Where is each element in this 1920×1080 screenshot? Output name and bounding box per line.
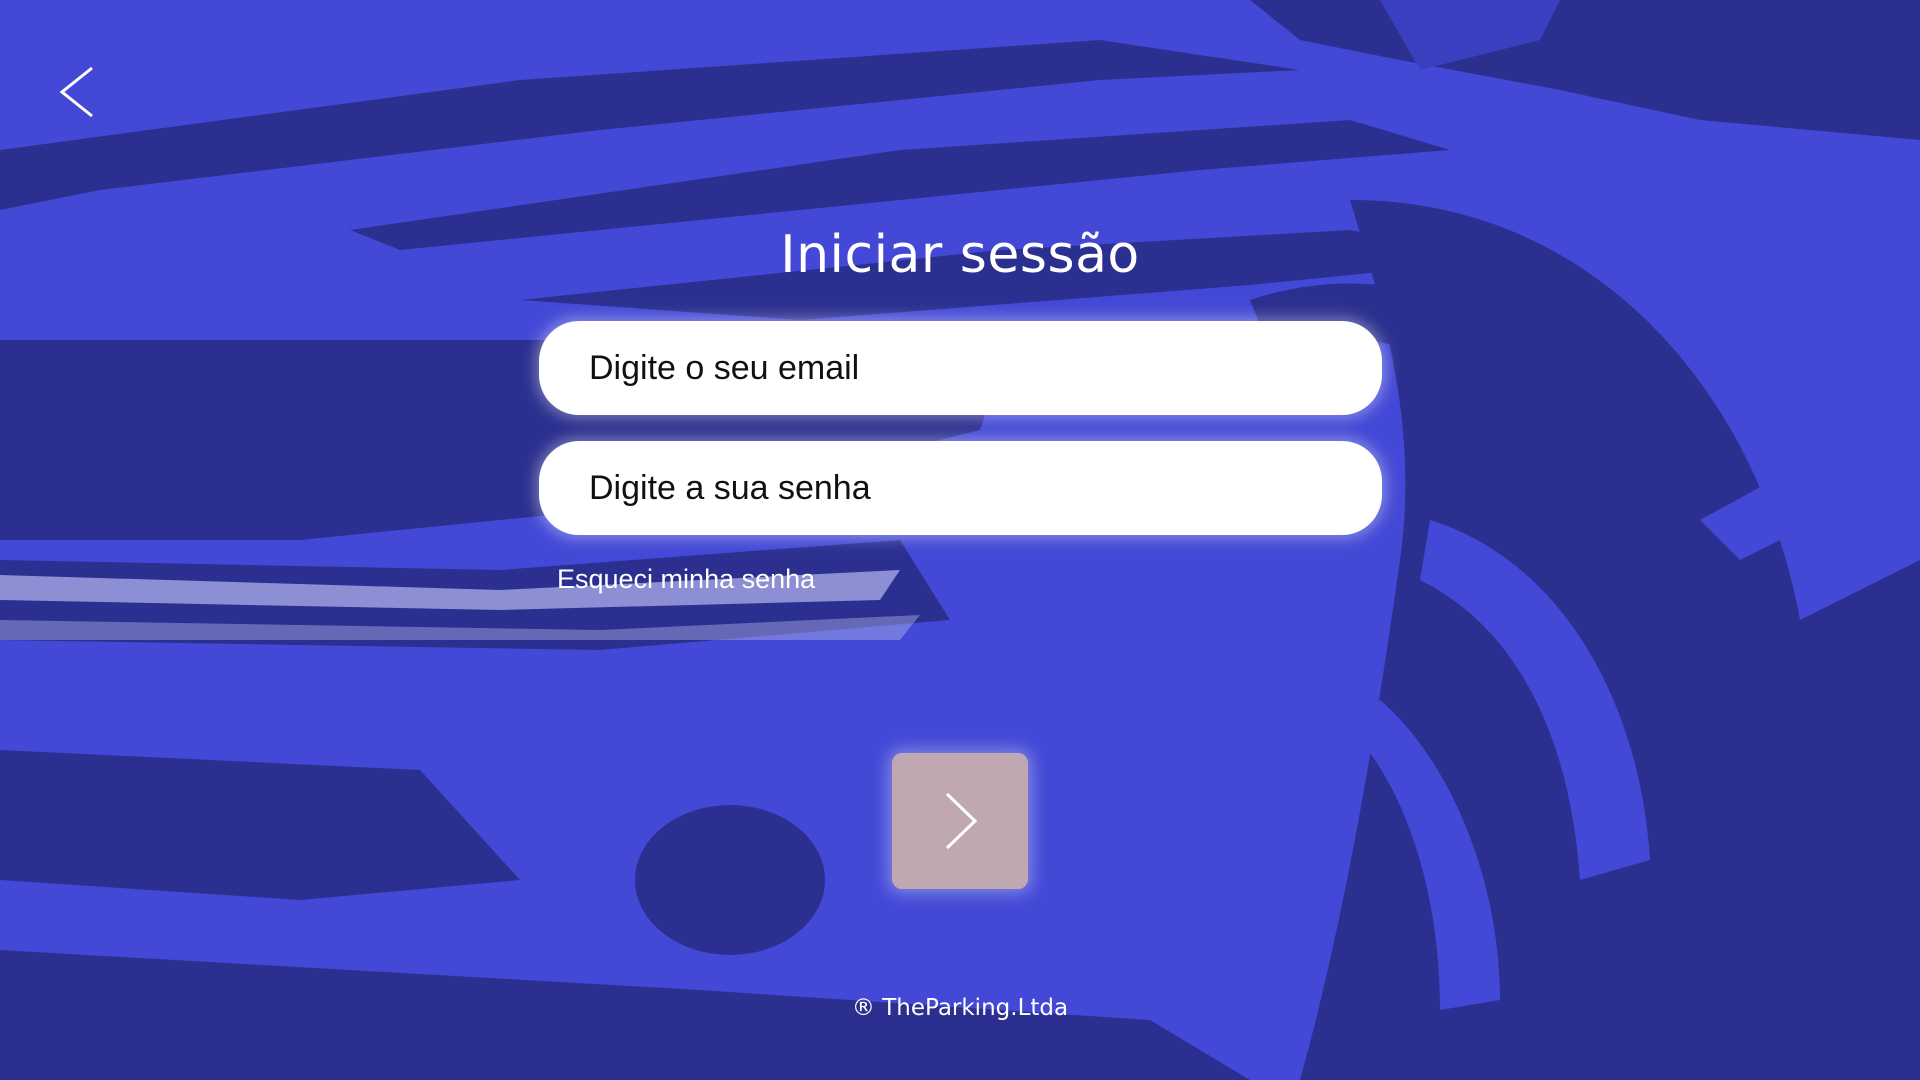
copyright-footer: ® TheParking.Ltda	[851, 995, 1069, 1021]
login-screen: Iniciar sessão Esqueci minha senha ® The…	[0, 0, 1920, 1080]
car-background-image	[0, 0, 1920, 1080]
submit-button[interactable]	[892, 753, 1028, 889]
email-field[interactable]	[539, 321, 1382, 415]
back-button[interactable]	[52, 62, 112, 122]
chevron-left-icon	[59, 66, 93, 118]
password-field[interactable]	[539, 441, 1382, 535]
forgot-password-link[interactable]: Esqueci minha senha	[557, 564, 815, 595]
page-title: Iniciar sessão	[780, 225, 1140, 285]
chevron-right-icon	[945, 792, 978, 850]
